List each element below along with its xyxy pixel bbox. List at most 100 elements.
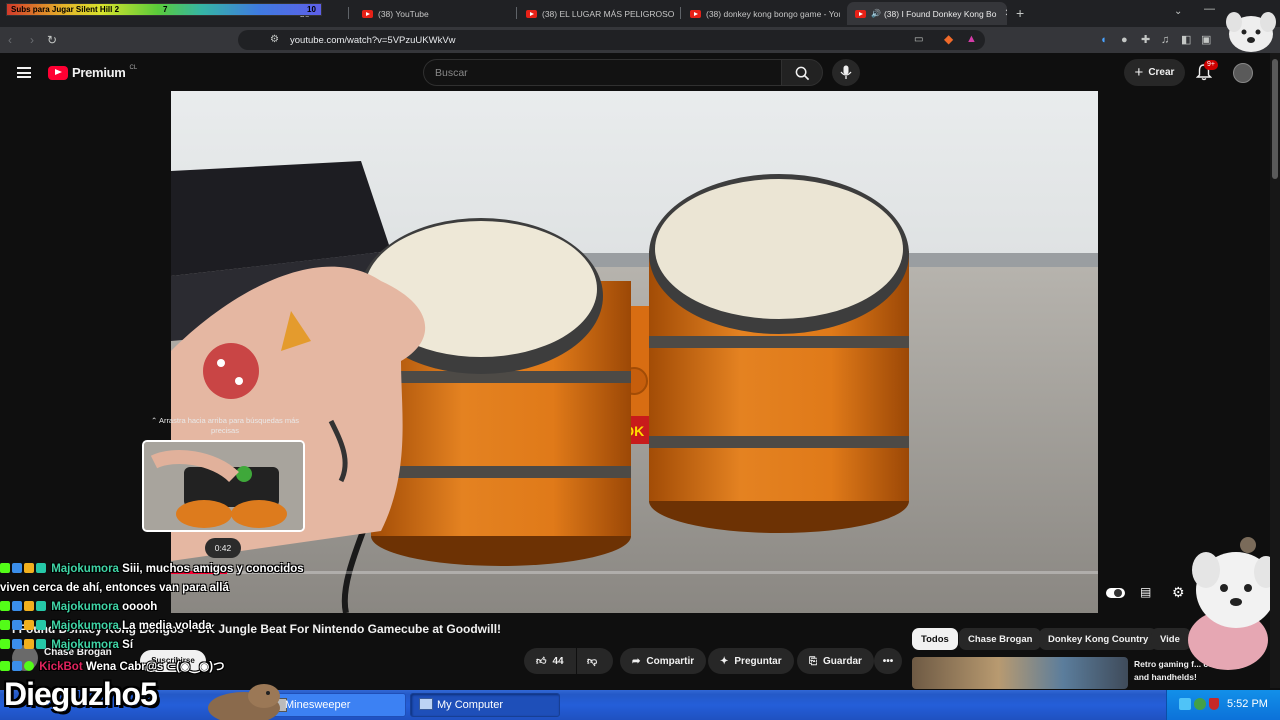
microphone-icon	[840, 65, 852, 79]
kick-badge-icon	[0, 661, 10, 671]
sidebar-icon[interactable]: ◧	[1181, 33, 1191, 47]
youtube-favicon-icon	[855, 9, 866, 18]
tab-active-video[interactable]: 🔊 (38) I Found Donkey Kong Bo ✕	[847, 2, 1007, 25]
tab-donkey-kong-search[interactable]: (38) donkey kong bongo game - You	[690, 2, 840, 25]
sub-badge-icon	[36, 639, 46, 649]
extension-icon[interactable]: ●	[1121, 33, 1128, 47]
chat-username: Majokumora	[51, 620, 119, 632]
create-button[interactable]: + Crear	[1124, 59, 1185, 86]
notifications-button[interactable]: 9+	[1195, 60, 1218, 82]
taskbar-item-label: Minesweeper	[285, 699, 351, 711]
chip-label: Donkey Kong Country	[1048, 633, 1149, 645]
tray-security-icon[interactable]	[1194, 698, 1206, 710]
chat-text: ooooh	[122, 601, 158, 613]
subs-goal-count: 10	[307, 5, 316, 14]
youtube-play-icon	[48, 65, 68, 80]
cast-icon[interactable]: ▭	[914, 33, 923, 47]
crown-badge-icon	[24, 601, 34, 611]
tab-search-icon[interactable]: ⌄	[1174, 6, 1182, 17]
youtube-favicon-icon	[690, 9, 701, 18]
wallet-icon[interactable]: ▣	[1201, 33, 1211, 47]
plus-icon: +	[1134, 64, 1144, 81]
video-frame: DK	[171, 91, 1098, 613]
youtube-favicon-icon	[526, 9, 537, 18]
extensions-puzzle-icon[interactable]: ✚	[1141, 33, 1150, 47]
chat-message: Majokumora Siii, muchos amigos y conocid…	[0, 563, 304, 575]
tray-network-icon[interactable]	[1179, 698, 1191, 710]
chip-chase-brogan[interactable]: Chase Brogan	[959, 628, 1042, 650]
tab-separator	[516, 7, 517, 19]
subs-current-count: 7	[163, 5, 168, 14]
like-button[interactable]: 👍︎ 44	[524, 648, 576, 674]
youtube-logo[interactable]: Premium CL	[48, 65, 137, 80]
search-input[interactable]: Buscar	[423, 59, 782, 86]
progress-bar[interactable]	[171, 571, 1098, 574]
tab-lugar-peligroso[interactable]: (38) EL LUGAR MÁS PELIGROSO PAR	[526, 2, 676, 25]
chat-username: Majokumora	[51, 563, 119, 575]
kick-badge-icon	[0, 563, 10, 573]
ask-label: Preguntar	[734, 655, 782, 667]
search-button[interactable]	[781, 59, 823, 86]
thumbs-down-icon: 👎︎	[587, 656, 598, 667]
thumbs-up-icon: 👍︎	[536, 656, 547, 667]
bot-badge-icon	[12, 661, 22, 671]
avatar[interactable]	[1233, 63, 1253, 83]
speaker-icon: 🔊	[871, 9, 881, 18]
chat-username: Majokumora	[51, 639, 119, 651]
page-scrollbar[interactable]	[1270, 53, 1280, 688]
site-info-icon[interactable]: ⚙	[270, 33, 279, 47]
tab-label: (38) YouTube	[378, 8, 429, 19]
minimize-window-button[interactable]: —	[1204, 3, 1215, 15]
tab-youtube-home[interactable]: (38) YouTube	[362, 2, 512, 25]
dislike-button[interactable]: 👎︎	[577, 648, 613, 674]
chat-text: Siii, muchos amigos y conocidos	[122, 563, 304, 575]
more-actions-button[interactable]: •••	[874, 648, 902, 674]
share-button[interactable]: ➦ Compartir	[620, 648, 707, 674]
kick-badge-icon	[0, 639, 10, 649]
verified-badge-icon	[24, 661, 34, 671]
windows-taskbar	[0, 690, 1280, 720]
scrub-hint: ⌃ Arrastra hacia arriba para búsquedas m…	[143, 416, 307, 436]
tab-label: (38) donkey kong bongo game - You	[706, 8, 840, 19]
recommendation-thumbnail[interactable]	[912, 657, 1128, 689]
extension-audio-icon[interactable]: ◖	[1100, 33, 1107, 47]
notifications-badge: 9+	[1204, 60, 1218, 70]
chip-label: Chase Brogan	[968, 633, 1033, 645]
tray-shield-icon[interactable]	[1209, 698, 1219, 710]
taskbar-item-my-computer[interactable]: My Computer	[410, 693, 560, 717]
hamburger-menu-icon[interactable]	[17, 67, 31, 78]
save-label: Guardar	[823, 655, 862, 667]
video-player[interactable]: DK	[171, 91, 1098, 613]
more-icon: •••	[882, 655, 894, 667]
capybara-overlay-image	[208, 684, 280, 720]
chat-message: viven cerca de ahí, entonces van para al…	[0, 582, 229, 594]
url-text: youtube.com/watch?v=5VPzuUKWkVw	[290, 35, 456, 46]
chat-message: Majokumora Sí	[0, 639, 133, 651]
subtitles-icon[interactable]: ▤	[1140, 585, 1151, 599]
chat-text: Wena Cabr@s ⊂(◉‿◉)つ	[85, 661, 225, 673]
taskbar-item-minesweeper[interactable]: Minesweeper	[266, 693, 406, 717]
chip-todos[interactable]: Todos	[912, 628, 958, 650]
brave-shield-icon[interactable]: ◆	[944, 32, 953, 46]
voice-search-button[interactable]	[832, 59, 860, 86]
save-button[interactable]: ⎘ Guardar	[797, 648, 874, 674]
logo-text: Premium	[72, 65, 126, 80]
crown-badge-icon	[24, 563, 34, 573]
chat-message: Majokumora ooooh	[0, 601, 157, 613]
kick-badge-icon	[0, 620, 10, 630]
search-placeholder: Buscar	[435, 67, 468, 79]
sub-badge-icon	[36, 601, 46, 611]
autoplay-toggle[interactable]	[1106, 588, 1125, 598]
back-icon[interactable]: ‹	[8, 33, 12, 47]
reload-icon[interactable]: ↻	[47, 33, 57, 47]
mod-badge-icon	[12, 563, 22, 573]
chip-donkey-kong-country[interactable]: Donkey Kong Country	[1039, 628, 1158, 650]
tab-label: (38) I Found Donkey Kong Bo	[883, 8, 997, 19]
ask-button[interactable]: ✦ Preguntar	[708, 648, 794, 674]
close-tab-icon[interactable]: ✕	[1004, 8, 1007, 19]
new-tab-button[interactable]: +	[1016, 5, 1024, 21]
media-control-icon[interactable]: ♫	[1161, 33, 1169, 47]
forward-icon[interactable]: ›	[30, 33, 34, 47]
rewards-icon[interactable]: ▲	[966, 32, 977, 46]
crown-badge-icon	[24, 639, 34, 649]
